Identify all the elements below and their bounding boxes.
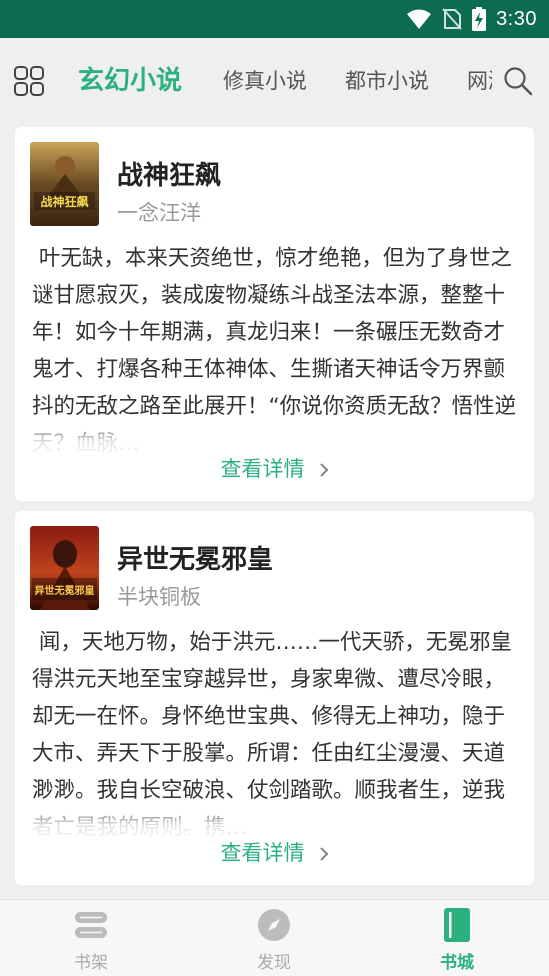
bottom-nav-label: 书城 <box>440 953 474 973</box>
bottom-nav-discover[interactable]: 发现 <box>214 900 334 976</box>
book-card[interactable]: 异世无冕邪皇 异世无冕邪皇 半块铜板 闻，天地万物，始于洪元……一代天骄，无冕邪… <box>15 511 534 885</box>
wifi-icon <box>407 9 432 29</box>
book-author: 一念汪洋 <box>117 201 201 225</box>
bottom-nav: 书架 发现 书城 <box>0 899 549 976</box>
tab-dushi[interactable]: 都市小说 <box>345 38 429 124</box>
book-author: 半块铜板 <box>117 585 201 609</box>
book-cover[interactable]: 异世无冕邪皇 <box>30 526 99 610</box>
category-nav: 玄幻小说 修真小说 都市小说 网游小说 <box>0 38 549 124</box>
tab-wangyou[interactable]: 网游小说 <box>467 38 492 124</box>
chevron-right-icon <box>319 847 328 861</box>
compass-icon <box>258 909 290 941</box>
tab-xiuzhen[interactable]: 修真小说 <box>223 38 307 124</box>
bottom-nav-label: 发现 <box>257 953 291 973</box>
bottom-nav-bookshelf[interactable]: 书架 <box>31 900 151 976</box>
cover-title: 战神狂飙 <box>40 194 88 209</box>
book-cover[interactable]: 战神狂飙 <box>30 142 99 226</box>
book-title[interactable]: 异世无冕邪皇 <box>117 539 273 576</box>
cover-title: 异世无冕邪皇 <box>35 584 95 597</box>
status-icons: 3:30 <box>406 0 537 38</box>
view-details-label[interactable]: 查看详情 <box>221 841 305 865</box>
category-tabs: 玄幻小说 修真小说 都市小说 网游小说 <box>78 38 492 124</box>
book-card[interactable]: 战神狂飙 战神狂飙 一念汪洋 叶无缺，本来天资绝世，惊才绝艳，但为了身世之谜甘愿… <box>15 127 534 501</box>
book-title[interactable]: 战神狂飙 <box>117 155 221 192</box>
status-time: 3:30 <box>496 7 537 30</box>
bottom-nav-label: 书架 <box>74 953 108 973</box>
view-details-label[interactable]: 查看详情 <box>221 457 305 481</box>
bookstore-icon <box>444 908 470 942</box>
battery-charging-icon <box>472 7 487 31</box>
tab-xuanhuan[interactable]: 玄幻小说 <box>78 38 182 124</box>
grid-icon[interactable] <box>14 66 44 96</box>
view-details-link[interactable]: 查看详情 <box>15 453 534 483</box>
bottom-nav-bookstore[interactable]: 书城 <box>397 900 517 976</box>
search-icon[interactable] <box>503 66 533 96</box>
chevron-right-icon <box>319 463 328 477</box>
status-bar: 3:30 <box>0 0 549 38</box>
bookshelf-icon <box>75 912 107 938</box>
view-details-link[interactable]: 查看详情 <box>15 837 534 867</box>
no-sim-icon <box>442 8 462 30</box>
